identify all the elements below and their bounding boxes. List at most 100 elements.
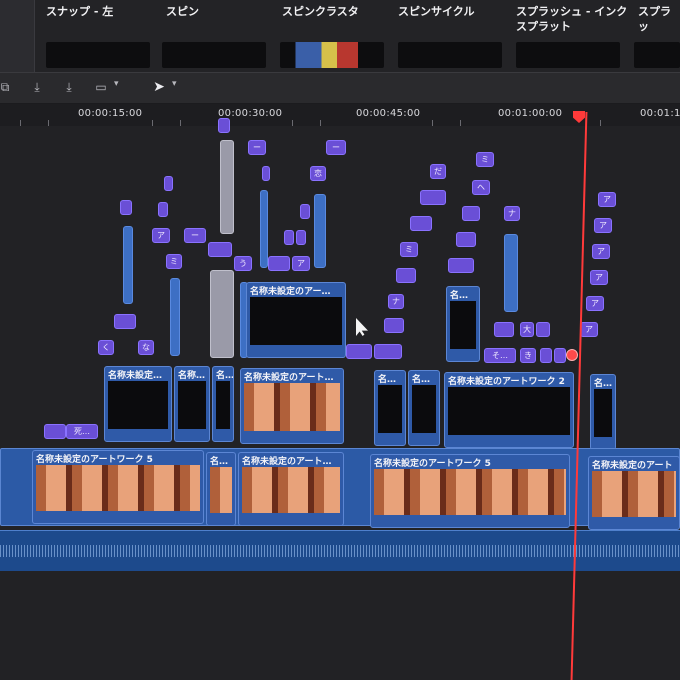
title-clip[interactable] [262,166,270,181]
effect-thumbnail[interactable] [634,42,680,68]
title-clip[interactable] [536,322,550,337]
title-clip[interactable] [218,118,230,133]
title-clip[interactable] [420,190,446,205]
title-clip[interactable]: う [234,256,252,271]
adjustment-clip[interactable] [210,270,234,358]
title-clip[interactable] [268,256,290,271]
primary-clip[interactable]: 名称未設定のアートワーク 5 [370,454,570,528]
clip-thumbnail [242,467,340,513]
video-clip[interactable]: 名… [374,370,406,446]
title-clip[interactable] [114,314,136,329]
effect-thumbnail[interactable] [280,42,384,68]
effect-label: スナップ - 左 [46,5,114,18]
effect-thumbnail[interactable] [516,42,620,68]
ruler-timecode: 00:00:15:00 [78,108,143,119]
compound-clip[interactable] [260,190,268,268]
video-clip[interactable]: 名… [212,366,234,442]
insert-clip-icon[interactable]: ⤓ [28,79,46,95]
title-clip[interactable]: ア [152,228,170,243]
title-clip[interactable]: ナ [388,294,404,309]
ruler-timecode: 00:00:45:00 [356,108,421,119]
effect-label: スピンクラスタ [282,5,359,18]
compound-clip[interactable] [314,194,326,268]
title-clip[interactable] [164,176,173,191]
video-clip[interactable]: 名称未設定… [104,366,172,442]
title-clip[interactable] [208,242,232,257]
title-clip[interactable]: そ… [484,348,516,363]
video-clip[interactable]: 名称… [174,366,210,442]
title-clip[interactable]: ア [292,256,310,271]
title-clip[interactable] [300,204,310,219]
title-clip[interactable] [158,202,168,217]
chevron-down-icon[interactable]: ▾ [172,79,177,89]
effects-browser: スナップ - 左 スピン スピンクラスタ スピンサイクル スプラッシュ - イン… [0,0,680,72]
video-clip[interactable]: 名… [446,286,480,362]
title-clip[interactable] [296,230,306,245]
video-clip[interactable]: 名称未設定のアー… [246,282,346,358]
title-clip[interactable] [448,258,474,273]
title-clip[interactable]: ナ [504,206,520,221]
title-clip[interactable] [346,344,372,359]
title-clip[interactable] [462,206,480,221]
title-clip[interactable]: ア [590,270,608,285]
video-clip[interactable]: 名称未設定のアートワーク 2 [444,372,574,448]
title-clip[interactable] [540,348,552,363]
compound-clip[interactable] [504,234,518,312]
title-clip[interactable] [284,230,294,245]
select-tool-icon[interactable]: ➤ [150,79,168,95]
video-clip[interactable]: 名… [408,370,440,446]
title-clip[interactable]: な [138,340,154,355]
title-clip[interactable] [494,322,514,337]
title-clip[interactable] [374,344,402,359]
clip-thumbnail [594,389,612,437]
video-clip[interactable]: 名称未設定のアート… [240,368,344,444]
chevron-down-icon[interactable]: ▾ [114,79,119,89]
audio-lane[interactable] [0,530,680,571]
clip-title: 名称未設定のアートワーク 5 [374,459,491,469]
connect-clip-icon[interactable]: ⧉ [0,79,14,95]
title-clip[interactable]: ア [598,192,616,207]
title-clip[interactable] [120,200,132,215]
title-clip[interactable]: 死… [66,424,98,439]
skimmer-knob[interactable] [566,349,578,361]
title-clip[interactable]: ア [580,322,598,337]
effect-thumbnail[interactable] [46,42,150,68]
clip-title: 名… [412,375,431,385]
video-clip[interactable]: 名… [590,374,616,450]
primary-clip[interactable]: 名称未設定のアートワーク 5 [32,450,204,524]
title-clip[interactable]: 大 [520,322,534,337]
primary-clip[interactable]: 名… [206,452,236,526]
primary-clip[interactable]: 名称未設定のアート [588,456,680,530]
title-clip[interactable]: ミ [476,152,494,167]
title-clip[interactable] [410,216,432,231]
compound-clip[interactable] [123,226,133,304]
title-clip[interactable]: ヘ [472,180,490,195]
clip-title: 名称未設定のアート [592,461,673,471]
title-clip[interactable]: ア [594,218,612,233]
title-clip[interactable]: き [520,348,536,363]
primary-clip[interactable]: 名称未設定のアート… [238,452,344,526]
title-clip[interactable] [456,232,476,247]
compound-clip[interactable] [170,278,180,356]
title-clip[interactable]: ア [592,244,610,259]
append-clip-icon[interactable]: ⤓ [60,79,78,95]
clip-title: 名… [450,291,469,301]
effect-thumbnail[interactable] [398,42,502,68]
title-clip[interactable]: ー [326,140,346,155]
effect-thumbnail[interactable] [162,42,266,68]
adjustment-clip[interactable] [220,140,234,234]
title-clip[interactable]: く [98,340,114,355]
title-clip[interactable] [384,318,404,333]
title-clip[interactable] [554,348,566,363]
title-clip[interactable]: 恋 [310,166,326,181]
title-clip[interactable] [44,424,66,439]
title-clip[interactable]: ミ [400,242,418,257]
title-clip[interactable]: ー [248,140,266,155]
clip-thumbnail [250,297,342,345]
title-clip[interactable]: ー [184,228,206,243]
title-clip[interactable] [396,268,416,283]
title-clip[interactable]: ミ [166,254,182,269]
title-clip[interactable]: だ [430,164,446,179]
title-clip[interactable]: ア [586,296,604,311]
overwrite-clip-icon[interactable]: ▭ [92,79,110,95]
